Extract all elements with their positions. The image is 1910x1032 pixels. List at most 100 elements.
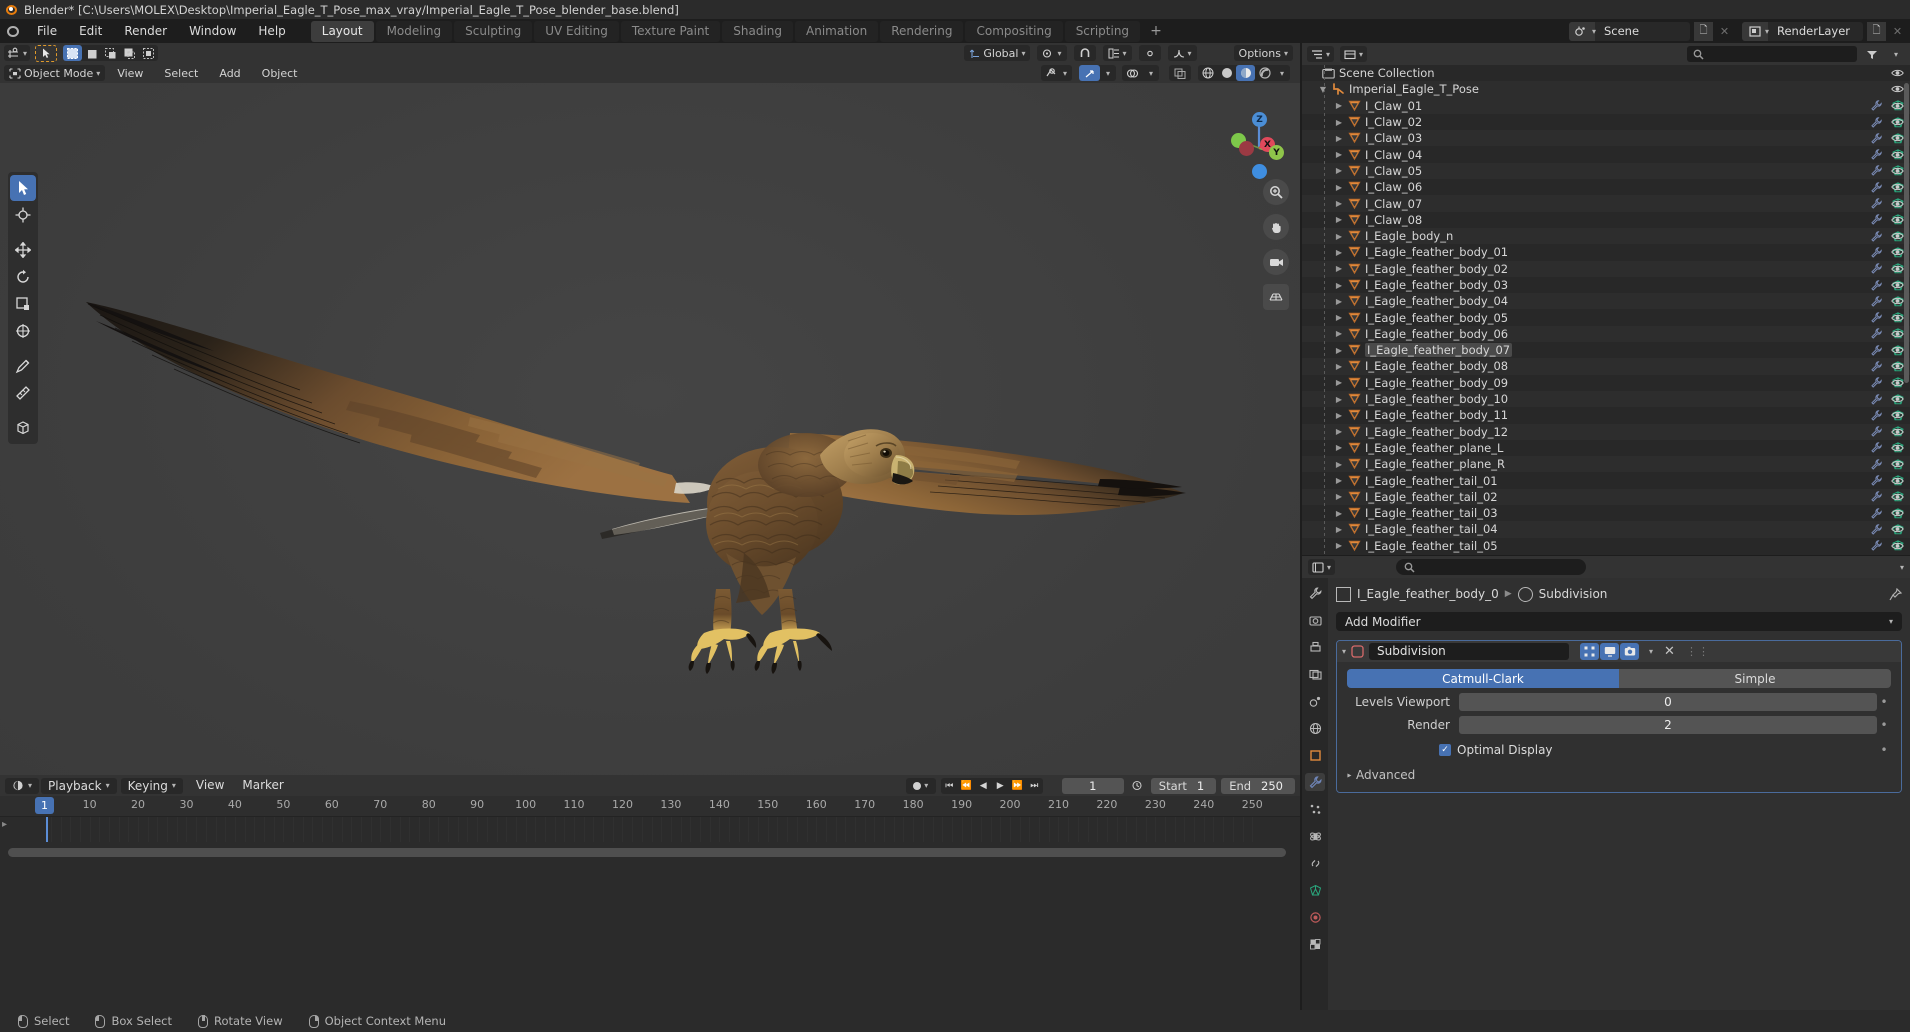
outliner-display-mode[interactable]: ▾ bbox=[1340, 46, 1368, 62]
outliner-row-object[interactable]: ▶ I_Claw_01 bbox=[1302, 97, 1910, 114]
timeline-menu-view[interactable]: View bbox=[187, 775, 233, 796]
properties-tab-view-layer[interactable] bbox=[1305, 665, 1325, 683]
outliner-row-object[interactable]: ▶ I_Eagle_feather_tail_01 bbox=[1302, 472, 1910, 488]
triangle-right-icon[interactable]: ▶ bbox=[1332, 232, 1346, 241]
gizmo-icon[interactable] bbox=[1079, 65, 1100, 81]
select-subtract-icon[interactable] bbox=[101, 45, 120, 61]
properties-tab-render[interactable] bbox=[1305, 611, 1325, 629]
eye-visibility-icon[interactable] bbox=[1891, 427, 1904, 437]
wrench-icon[interactable] bbox=[1871, 458, 1882, 470]
options-button[interactable]: Options ▾ bbox=[1233, 45, 1293, 61]
breadcrumb-object[interactable]: I_Eagle_feather_body_0 bbox=[1357, 587, 1499, 601]
outliner-row-scene-collection[interactable]: Scene Collection bbox=[1302, 65, 1910, 81]
properties-tab-scene[interactable] bbox=[1305, 692, 1325, 710]
shading-rendered-icon[interactable] bbox=[1255, 65, 1274, 81]
outliner-row-object[interactable]: ▶ I_Eagle_feather_plane_R bbox=[1302, 456, 1910, 473]
timeline-menu-keying[interactable]: Keying ▾ bbox=[120, 777, 183, 794]
triangle-right-icon[interactable]: ▶ bbox=[1332, 346, 1346, 355]
eye-visibility-icon[interactable] bbox=[1891, 394, 1904, 404]
tweak-tool[interactable] bbox=[10, 175, 36, 201]
camera-icon[interactable] bbox=[1263, 249, 1289, 275]
outliner-row-object[interactable]: ▶ I_Eagle_feather_tail_04 bbox=[1302, 521, 1910, 538]
wrench-icon[interactable] bbox=[1871, 279, 1882, 291]
gizmo-axis-neg-x[interactable] bbox=[1239, 141, 1254, 156]
outliner-filter-caret[interactable]: ▾ bbox=[1887, 46, 1905, 62]
properties-tab-constraint[interactable] bbox=[1305, 854, 1325, 872]
use-preview-range-icon[interactable] bbox=[1129, 778, 1146, 794]
camera-icon[interactable] bbox=[1620, 643, 1640, 660]
triangle-right-icon[interactable]: ▶ bbox=[1332, 541, 1346, 550]
transform-tool[interactable] bbox=[10, 318, 36, 344]
eye-visibility-icon[interactable] bbox=[1891, 247, 1904, 257]
next-keyframe-icon[interactable]: ⏩ bbox=[1008, 777, 1026, 794]
wrench-icon[interactable] bbox=[1871, 230, 1882, 242]
wrench-icon[interactable] bbox=[1871, 181, 1882, 193]
triangle-down-icon[interactable]: ▼ bbox=[1316, 85, 1330, 94]
properties-tab-material[interactable] bbox=[1305, 908, 1325, 926]
close-icon[interactable]: ✕ bbox=[1664, 644, 1675, 659]
workspace-tab-shading[interactable]: Shading bbox=[722, 20, 793, 42]
outliner-row-object[interactable]: ▶ I_Claw_06 bbox=[1302, 179, 1910, 195]
eye-visibility-icon[interactable] bbox=[1891, 296, 1904, 306]
render-animate-dot[interactable]: • bbox=[1877, 718, 1891, 732]
triangle-right-icon[interactable]: ▶ bbox=[1332, 509, 1346, 518]
shading-material-preview-icon[interactable] bbox=[1236, 65, 1255, 81]
gizmo-axis-z[interactable]: Z bbox=[1252, 112, 1267, 127]
outliner-row-object[interactable]: ▶ I_Eagle_feather_body_02 bbox=[1302, 260, 1910, 277]
measure-tool[interactable] bbox=[10, 380, 36, 406]
move-tool[interactable] bbox=[10, 237, 36, 263]
outliner-row-collection[interactable]: ▼ Imperial_Eagle_T_Pose bbox=[1302, 81, 1910, 98]
triangle-right-icon[interactable]: ▶ bbox=[1332, 460, 1346, 469]
workspace-tab-sculpting[interactable]: Sculpting bbox=[454, 20, 533, 42]
outliner-row-object[interactable]: ▶ I_Claw_03 bbox=[1302, 130, 1910, 147]
wrench-icon[interactable] bbox=[1871, 507, 1882, 519]
eye-visibility-icon[interactable] bbox=[1891, 313, 1904, 323]
properties-tab-particles[interactable] bbox=[1305, 800, 1325, 818]
menu-window[interactable]: Window bbox=[178, 19, 247, 43]
add-modifier-button[interactable]: Add Modifier ▾ bbox=[1336, 612, 1902, 631]
playhead-frame-box[interactable]: 1 bbox=[35, 797, 54, 814]
triangle-right-icon[interactable]: ▶ bbox=[1332, 199, 1346, 208]
triangle-right-icon[interactable]: ▶ bbox=[1332, 248, 1346, 257]
proportional-falloff-selector[interactable]: ▾ bbox=[1167, 45, 1197, 61]
shading-solid-icon[interactable] bbox=[1217, 65, 1236, 81]
timeline-sidebar-toggle[interactable]: ▸ bbox=[2, 819, 7, 830]
workspace-tab-modeling[interactable]: Modeling bbox=[375, 20, 453, 42]
eye-visibility-icon[interactable] bbox=[1891, 329, 1904, 339]
properties-tab-tool[interactable] bbox=[1305, 584, 1325, 602]
viewport-menu-select[interactable]: Select bbox=[155, 65, 207, 81]
outliner-row-object[interactable]: ▶ I_Claw_08 bbox=[1302, 212, 1910, 228]
outliner-row-object[interactable]: ▶ I_Eagle_feather_body_01 bbox=[1302, 244, 1910, 260]
zoom-icon[interactable] bbox=[1263, 179, 1289, 205]
outliner-scrollbar[interactable] bbox=[1904, 83, 1909, 383]
outliner-row-object[interactable]: ▶ I_Eagle_feather_tail_03 bbox=[1302, 505, 1910, 521]
properties-tab-data[interactable] bbox=[1305, 881, 1325, 899]
eye-visibility-icon[interactable] bbox=[1891, 101, 1904, 111]
wrench-icon[interactable] bbox=[1871, 475, 1882, 486]
eye-visibility-icon[interactable] bbox=[1891, 410, 1904, 420]
triangle-right-icon[interactable]: ▶ bbox=[1332, 427, 1346, 436]
triangle-right-icon[interactable]: ▶ bbox=[1332, 118, 1346, 127]
outliner-row-object[interactable]: ▶ I_Eagle_feather_body_09 bbox=[1302, 375, 1910, 391]
properties-editor-type-icon[interactable]: ▾ bbox=[1308, 559, 1336, 575]
select-extend-icon[interactable] bbox=[82, 45, 101, 61]
eye-visibility-icon[interactable] bbox=[1891, 524, 1904, 534]
triangle-right-icon[interactable]: ▶ bbox=[1332, 183, 1346, 192]
transform-orientation-selector[interactable]: Global ▾ bbox=[964, 45, 1031, 61]
eye-visibility-icon[interactable] bbox=[1891, 345, 1904, 355]
end-frame-field[interactable]: End 250 bbox=[1221, 777, 1295, 794]
wrench-icon[interactable] bbox=[1871, 247, 1882, 258]
wrench-icon[interactable] bbox=[1871, 263, 1882, 274]
wrench-icon[interactable] bbox=[1871, 198, 1882, 209]
menu-render[interactable]: Render bbox=[113, 19, 178, 43]
wrench-icon[interactable] bbox=[1871, 165, 1882, 177]
start-frame-field[interactable]: Start 1 bbox=[1150, 777, 1217, 794]
scale-tool[interactable] bbox=[10, 291, 36, 317]
viewport-menu-add[interactable]: Add bbox=[210, 65, 249, 81]
viewport-menu-object[interactable]: Object bbox=[253, 65, 307, 81]
snap-magnet-icon[interactable] bbox=[1073, 45, 1096, 61]
triangle-right-icon[interactable]: ▶ bbox=[1332, 395, 1346, 404]
pin-icon[interactable] bbox=[1889, 587, 1902, 601]
triangle-right-icon[interactable]: ▶ bbox=[1332, 297, 1346, 306]
outliner-row-object[interactable]: ▶ I_Eagle_feather_tail_02 bbox=[1302, 488, 1910, 506]
